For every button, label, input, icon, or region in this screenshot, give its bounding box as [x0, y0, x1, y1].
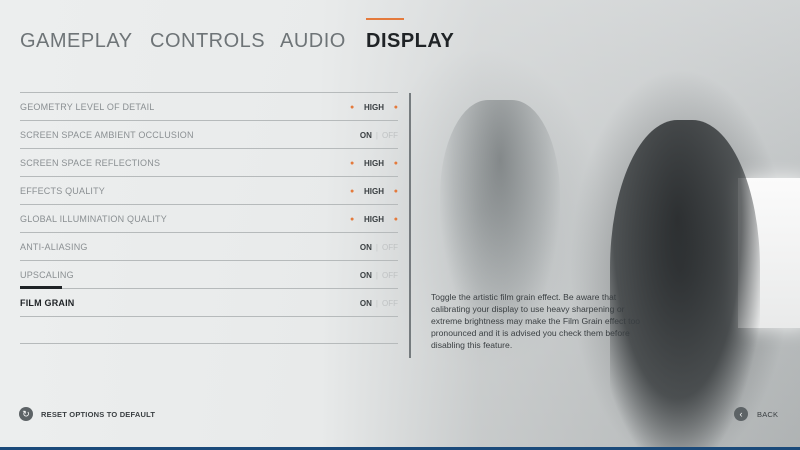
- setting-label: SCREEN SPACE AMBIENT OCCLUSION: [20, 129, 194, 140]
- toggle-divider: |: [375, 242, 378, 252]
- toggle-divider: |: [375, 130, 378, 140]
- option-selector[interactable]: ● HIGH ●: [350, 93, 398, 121]
- toggle-on[interactable]: ON: [360, 271, 372, 280]
- setting-effects-quality[interactable]: EFFECTS QUALITY ● HIGH ●: [20, 176, 398, 204]
- reset-options-button[interactable]: ↻ RESET OPTIONS TO DEFAULT: [19, 407, 155, 421]
- arrow-right-icon[interactable]: ●: [394, 104, 398, 111]
- setting-description: Toggle the artistic film grain effect. B…: [431, 292, 641, 350]
- arrow-right-icon[interactable]: ●: [394, 216, 398, 223]
- option-selector[interactable]: ● HIGH ●: [350, 177, 398, 205]
- toggle-on[interactable]: ON: [360, 243, 372, 252]
- on-off-toggle[interactable]: ON | OFF: [360, 289, 398, 317]
- back-label: BACK: [757, 409, 779, 419]
- tab-audio[interactable]: AUDIO: [280, 30, 346, 53]
- setting-label: ANTI-ALIASING: [20, 241, 88, 252]
- arrow-left-icon[interactable]: ●: [350, 216, 354, 223]
- display-settings-list: GEOMETRY LEVEL OF DETAIL ● HIGH ● SCREEN…: [20, 92, 398, 344]
- toggle-divider: |: [375, 298, 378, 308]
- setting-label: UPSCALING: [20, 269, 74, 280]
- toggle-divider: |: [375, 270, 378, 280]
- setting-ssao[interactable]: SCREEN SPACE AMBIENT OCCLUSION ON | OFF: [20, 120, 398, 148]
- setting-anti-aliasing[interactable]: ANTI-ALIASING ON | OFF: [20, 232, 398, 260]
- reset-label: RESET OPTIONS TO DEFAULT: [41, 409, 156, 419]
- back-button[interactable]: ‹ BACK: [734, 407, 778, 421]
- toggle-off[interactable]: OFF: [382, 299, 398, 308]
- option-selector[interactable]: ● HIGH ●: [350, 149, 398, 177]
- setting-label: EFFECTS QUALITY: [20, 185, 106, 196]
- on-off-toggle[interactable]: ON | OFF: [360, 261, 398, 289]
- scrollbar[interactable]: [409, 93, 411, 358]
- arrow-right-icon[interactable]: ●: [394, 188, 398, 195]
- on-off-toggle[interactable]: ON | OFF: [360, 233, 398, 261]
- arrow-right-icon[interactable]: ●: [394, 160, 398, 167]
- setting-label: GEOMETRY LEVEL OF DETAIL: [20, 101, 155, 112]
- tab-controls[interactable]: CONTROLS: [150, 30, 265, 53]
- reset-icon: ↻: [19, 407, 33, 421]
- setting-gi-quality[interactable]: GLOBAL ILLUMINATION QUALITY ● HIGH ●: [20, 204, 398, 232]
- toggle-on[interactable]: ON: [360, 131, 372, 140]
- setting-label: GLOBAL ILLUMINATION QUALITY: [20, 213, 167, 224]
- setting-film-grain[interactable]: FILM GRAIN ON | OFF: [20, 286, 398, 317]
- tab-gameplay[interactable]: GAMEPLAY: [20, 30, 133, 53]
- setting-upscaling[interactable]: UPSCALING ON | OFF: [20, 260, 398, 288]
- setting-label: SCREEN SPACE REFLECTIONS: [20, 157, 161, 168]
- on-off-toggle[interactable]: ON | OFF: [360, 121, 398, 149]
- setting-geometry-lod[interactable]: GEOMETRY LEVEL OF DETAIL ● HIGH ●: [20, 92, 398, 120]
- option-value: HIGH: [364, 158, 384, 168]
- setting-label: FILM GRAIN: [20, 297, 75, 308]
- option-value: HIGH: [364, 102, 384, 112]
- arrow-left-icon[interactable]: ●: [350, 160, 354, 167]
- option-value: HIGH: [364, 214, 384, 224]
- toggle-on[interactable]: ON: [360, 299, 372, 308]
- selected-row-marker: [20, 286, 62, 289]
- tab-display[interactable]: DISPLAY: [366, 30, 454, 53]
- option-selector[interactable]: ● HIGH ●: [350, 205, 398, 233]
- arrow-left-icon[interactable]: ●: [350, 104, 354, 111]
- option-value: HIGH: [364, 186, 384, 196]
- list-spacer: [20, 316, 398, 344]
- toggle-off[interactable]: OFF: [382, 243, 398, 252]
- toggle-off[interactable]: OFF: [382, 131, 398, 140]
- active-tab-indicator: [366, 18, 404, 20]
- arrow-left-icon[interactable]: ●: [350, 188, 354, 195]
- toggle-off[interactable]: OFF: [382, 271, 398, 280]
- chevron-left-icon: ‹: [734, 407, 748, 421]
- setting-ssr[interactable]: SCREEN SPACE REFLECTIONS ● HIGH ●: [20, 148, 398, 176]
